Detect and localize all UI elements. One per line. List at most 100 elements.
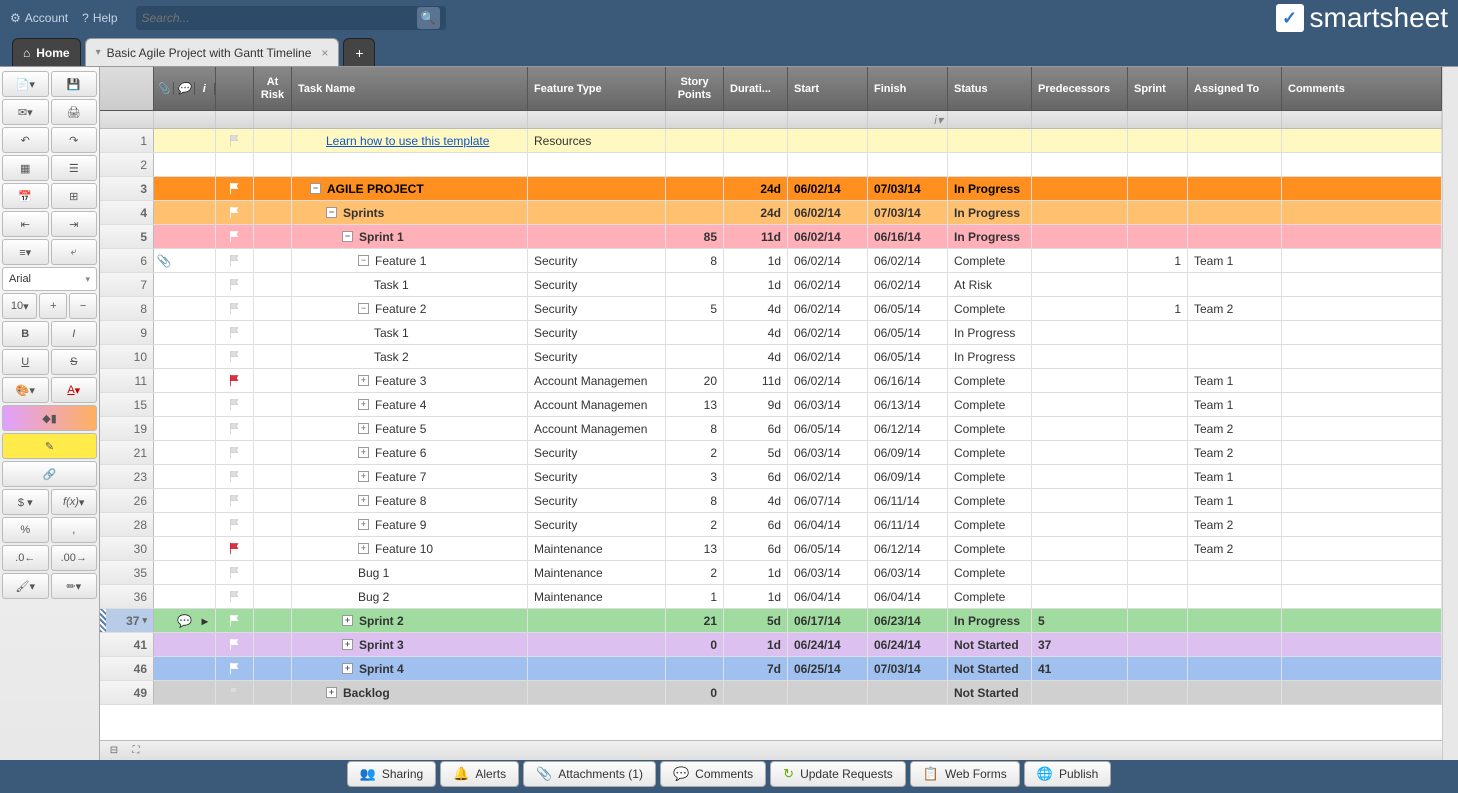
start-cell[interactable]: 06/05/14 [788,417,868,440]
flag-cell[interactable] [216,153,254,176]
expand-toggle[interactable]: + [358,519,369,530]
start-cell[interactable]: 06/02/14 [788,201,868,224]
start-cell[interactable]: 06/02/14 [788,273,868,296]
assigned-cell[interactable] [1188,609,1282,632]
assigned-cell[interactable]: Team 2 [1188,297,1282,320]
task-cell[interactable]: −Feature 1 [292,249,528,272]
start-cell[interactable]: 06/25/14 [788,657,868,680]
italic-button[interactable]: I [51,321,98,347]
assigned-cell[interactable] [1188,201,1282,224]
comments-cell[interactable] [1282,633,1442,656]
at-risk-cell[interactable] [254,273,292,296]
duration-cell[interactable]: 1d [724,633,788,656]
start-cell[interactable]: 06/03/14 [788,561,868,584]
assigned-cell[interactable] [1188,177,1282,200]
start-cell[interactable]: 06/02/14 [788,297,868,320]
row-number[interactable]: 23 [100,465,154,488]
start-cell[interactable]: 06/02/14 [788,225,868,248]
predecessors-cell[interactable] [1032,417,1128,440]
assigned-cell[interactable]: Team 1 [1188,369,1282,392]
finish-cell[interactable]: 06/12/14 [868,537,948,560]
status-cell[interactable]: Not Started [948,633,1032,656]
finish-cell[interactable]: 07/03/14 [868,177,948,200]
at-risk-cell[interactable] [254,585,292,608]
assigned-cell[interactable] [1188,681,1282,704]
percent-button[interactable]: % [2,517,49,543]
story-points-cell[interactable] [666,345,724,368]
predecessors-cell[interactable] [1032,321,1128,344]
predecessors-cell[interactable] [1032,681,1128,704]
sprint-cell[interactable] [1128,321,1188,344]
row-number[interactable]: 11 [100,369,154,392]
start-cell[interactable] [788,681,868,704]
row-number[interactable]: 36 [100,585,154,608]
sprint-cell[interactable] [1128,489,1188,512]
card-view-button[interactable]: ⊞ [51,183,98,209]
row-number[interactable]: 19 [100,417,154,440]
story-points-cell[interactable] [666,657,724,680]
grid-view-button[interactable]: ▦ [2,155,49,181]
assigned-cell[interactable]: Team 2 [1188,417,1282,440]
duration-cell[interactable]: 11d [724,225,788,248]
decimal-increase-button[interactable]: .00→ [51,545,98,571]
at-risk-cell[interactable] [254,249,292,272]
start-cell[interactable]: 06/02/14 [788,321,868,344]
status-cell[interactable] [948,153,1032,176]
row-number[interactable]: 10 [100,345,154,368]
finish-cell[interactable] [868,129,948,152]
info-cell[interactable]: ▸ [195,614,215,628]
duration-cell[interactable] [724,153,788,176]
start-cell[interactable]: 06/07/14 [788,489,868,512]
font-increase-button[interactable]: + [39,293,67,319]
expand-toggle[interactable]: − [358,303,369,314]
expand-toggle[interactable]: + [342,639,353,650]
finish-cell[interactable]: 06/02/14 [868,273,948,296]
predecessors-cell[interactable] [1032,369,1128,392]
undo-button[interactable]: ↶ [2,127,49,153]
story-points-cell[interactable]: 8 [666,417,724,440]
predecessors-cell[interactable] [1032,561,1128,584]
table-row[interactable]: 9 Task 1 Security 4d 06/02/14 06/05/14 I… [100,321,1442,345]
flag-cell[interactable] [216,489,254,512]
bold-button[interactable]: B [2,321,49,347]
predecessors-cell[interactable] [1032,201,1128,224]
flag-cell[interactable] [216,201,254,224]
task-cell[interactable]: −Feature 2 [292,297,528,320]
row-number[interactable]: 49 [100,681,154,704]
at-risk-cell[interactable] [254,537,292,560]
story-points-cell[interactable]: 0 [666,633,724,656]
expand-toggle[interactable]: − [326,207,337,218]
story-points-cell[interactable]: 1 [666,585,724,608]
status-cell[interactable]: Complete [948,489,1032,512]
status-cell[interactable]: In Progress [948,345,1032,368]
expand-toggle[interactable]: + [358,543,369,554]
task-cell[interactable]: +Feature 9 [292,513,528,536]
comments-cell[interactable] [1282,153,1442,176]
format-painter-button[interactable]: 🖌▾ [2,573,49,599]
comments-cell[interactable] [1282,249,1442,272]
expand-toggle[interactable]: + [342,663,353,674]
task-cell[interactable]: +Feature 6 [292,441,528,464]
alerts-button[interactable]: 🔔Alerts [440,761,519,787]
table-row[interactable]: 36 Bug 2 Maintenance 1 1d 06/04/14 06/04… [100,585,1442,609]
flag-cell[interactable] [216,369,254,392]
start-cell[interactable]: 06/02/14 [788,177,868,200]
header-finish[interactable]: Finish [868,67,948,110]
story-points-cell[interactable] [666,153,724,176]
flag-cell[interactable] [216,225,254,248]
status-cell[interactable]: Not Started [948,681,1032,704]
comments-cell[interactable] [1282,321,1442,344]
story-points-cell[interactable] [666,273,724,296]
expand-all-button[interactable]: ⛶ [128,743,144,759]
flag-cell[interactable] [216,249,254,272]
expand-toggle[interactable]: − [358,255,369,266]
start-cell[interactable]: 06/02/14 [788,345,868,368]
comments-cell[interactable] [1282,345,1442,368]
duration-cell[interactable] [724,129,788,152]
row-number[interactable]: 1 [100,129,154,152]
sprint-cell[interactable] [1128,513,1188,536]
assigned-cell[interactable] [1188,345,1282,368]
story-points-cell[interactable]: 20 [666,369,724,392]
at-risk-cell[interactable] [254,297,292,320]
row-number[interactable]: 37▾ [100,609,154,632]
